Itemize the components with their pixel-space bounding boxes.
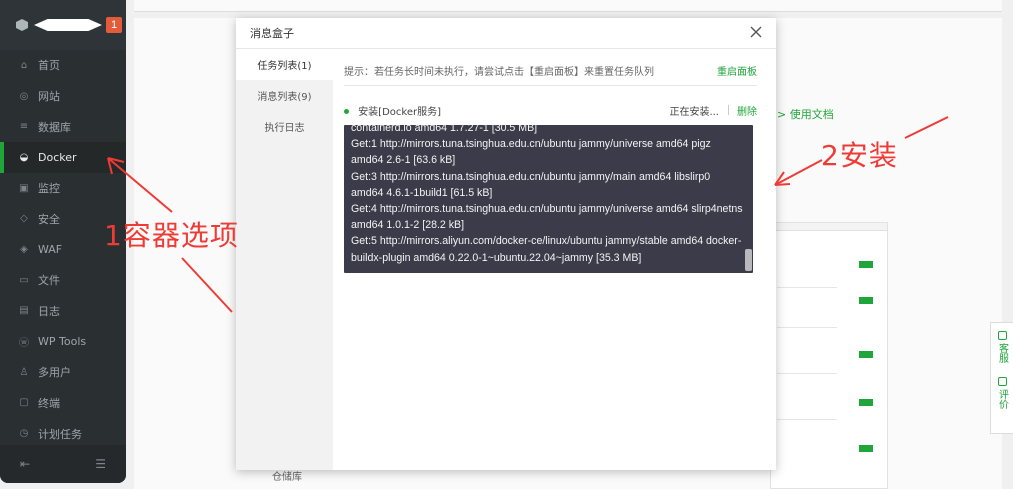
- console-scrollbar[interactable]: [745, 249, 752, 271]
- database-icon: ≡: [19, 121, 29, 133]
- log-icon: ▤: [19, 305, 29, 317]
- dialog-tabs: 任务列表(1) 消息列表(9) 执行日志: [236, 49, 333, 470]
- sidebar-item-label: 数据库: [38, 120, 71, 134]
- monitor-icon: ▣: [19, 182, 29, 194]
- users-icon: ♙: [19, 366, 29, 378]
- sidebar-item-folder[interactable]: ▭ 文件: [0, 265, 126, 296]
- task-name: 安装[Docker服务]: [358, 107, 442, 118]
- docs-link[interactable]: > 使用文档: [777, 106, 834, 122]
- console-line: Get:5 http://mirrors.aliyun.com/docker-c…: [351, 235, 742, 248]
- console-output: containerd.io amd64 1.7.27-1 [30.5 MB] Ge…: [351, 125, 743, 266]
- sidebar-item-docker[interactable]: ◒ Docker: [0, 142, 126, 173]
- sidebar-item-users[interactable]: ♙ 多用户: [0, 357, 126, 388]
- preview-line: [777, 327, 837, 328]
- redacted-server-name: [34, 19, 102, 31]
- console-line: Get:4 http://mirrors.tuna.tsinghua.edu.c…: [351, 203, 743, 216]
- install-log-console[interactable]: containerd.io amd64 1.7.27-1 [30.5 MB] Ge…: [344, 125, 753, 273]
- preview-line: [777, 287, 837, 288]
- divider: [344, 85, 757, 86]
- home-icon: ⌂: [20, 59, 28, 71]
- annotation-label-install: 2安装: [821, 139, 898, 172]
- wordpress-icon: ⓦ: [19, 338, 29, 350]
- sidebar-item-home[interactable]: ⌂ 首页: [0, 50, 126, 81]
- preview-button: [859, 297, 873, 304]
- background-preview-panel: [770, 222, 888, 489]
- sidebar-item-database[interactable]: ≡ 数据库: [0, 111, 126, 142]
- sidebar-footer: ⇤ ☰: [0, 445, 126, 483]
- console-line: amd64 4.6.1-1build1 [61.5 kB]: [351, 186, 493, 199]
- sidebar-item-label: 安全: [38, 212, 60, 226]
- console-line: amd64 1.0.1-2 [28.2 kB]: [351, 219, 465, 232]
- sidebar-item-label: 终端: [38, 396, 60, 410]
- shield-icon: ◇: [20, 213, 28, 225]
- headset-icon: [997, 331, 1007, 340]
- folder-icon: ▭: [19, 274, 29, 286]
- tab-task-list[interactable]: 任务列表(1): [236, 49, 333, 80]
- background-topbar: [134, 0, 1002, 12]
- preview-button: [859, 445, 873, 452]
- sidebar-item-label: 多用户: [38, 366, 71, 380]
- delete-task-button[interactable]: 删除: [737, 103, 757, 118]
- console-line: containerd.io amd64 1.7.27-1 [30.5 MB]: [351, 125, 538, 134]
- annotation-label-container: 1容器选项: [104, 219, 239, 252]
- sidebar-item-globe[interactable]: ◎ 网站: [0, 81, 126, 112]
- sidebar-item-label: 网站: [38, 90, 60, 104]
- dialog-header: 消息盒子: [236, 18, 776, 49]
- tip-text: 提示：若任务长时间未执行，请尝试点击【重启面板】来重置任务队列: [344, 67, 654, 78]
- preview-button: [859, 261, 873, 268]
- review-label: 评价: [996, 389, 1008, 409]
- waf-icon: ◈: [20, 243, 28, 255]
- sidebar-item-label: 日志: [38, 304, 60, 318]
- edit-icon: [997, 377, 1007, 386]
- task-item: 安装[Docker服务] 正在安装... 删除: [344, 103, 757, 118]
- sidebar-item-label: Docker: [38, 150, 77, 164]
- restart-panel-button[interactable]: 重启面板: [717, 63, 757, 78]
- sidebar-item-log[interactable]: ▤ 日志: [0, 296, 126, 327]
- sidebar-item-label: 文件: [38, 274, 60, 288]
- background-bottom-text: 仓储库: [272, 472, 302, 483]
- sidebar-item-label: 计划任务: [38, 427, 82, 441]
- sidebar-item-label: 监控: [38, 182, 60, 196]
- floating-help-bar: 客服 评价: [990, 322, 1013, 434]
- globe-icon: ◎: [19, 90, 29, 102]
- notification-badge[interactable]: 1: [106, 17, 122, 33]
- menu-icon[interactable]: ☰: [95, 457, 106, 471]
- console-line: buildx-plugin amd64 0.22.0-1~ubuntu.22.0…: [351, 251, 642, 264]
- customer-service-button[interactable]: 客服: [997, 331, 1008, 363]
- task-list-panel: 提示：若任务长时间未执行，请尝试点击【重启面板】来重置任务队列 重启面板 安装[…: [333, 49, 776, 470]
- divider: [728, 105, 729, 115]
- console-line: Get:1 http://mirrors.tuna.tsinghua.edu.c…: [351, 138, 711, 151]
- docker-icon: ◒: [19, 151, 29, 163]
- close-icon[interactable]: [748, 24, 764, 40]
- dialog-title: 消息盒子: [250, 27, 294, 40]
- console-line: amd64 2.6-1 [63.6 kB]: [351, 154, 456, 167]
- collapse-icon[interactable]: ⇤: [20, 457, 30, 471]
- status-dot-icon: [344, 108, 349, 114]
- review-button[interactable]: 评价: [997, 377, 1008, 409]
- sidebar-item-terminal[interactable]: ▢ 终端: [0, 388, 126, 419]
- sidebar-item-label: WAF: [38, 242, 63, 256]
- terminal-icon: ▢: [19, 397, 29, 409]
- sidebar-item-wordpress[interactable]: ⓦ WP Tools: [0, 326, 126, 357]
- tab-message-list[interactable]: 消息列表(9): [236, 80, 333, 111]
- sidebar-header: 1: [0, 0, 126, 50]
- logo-icon: [16, 19, 28, 31]
- sidebar-item-monitor[interactable]: ▣ 监控: [0, 173, 126, 204]
- preview-button: [859, 351, 873, 358]
- preview-button: [859, 399, 873, 406]
- tip-row: 提示：若任务长时间未执行，请尝试点击【重启面板】来重置任务队列 重启面板: [344, 63, 757, 78]
- console-line: Get:3 http://mirrors.tuna.tsinghua.edu.c…: [351, 170, 711, 183]
- task-status: 正在安装...: [669, 107, 719, 118]
- cron-icon: ◷: [19, 428, 29, 440]
- sidebar-item-label: 首页: [38, 59, 60, 73]
- sidebar-item-label: WP Tools: [38, 335, 87, 349]
- message-box-dialog: 消息盒子 任务列表(1) 消息列表(9) 执行日志 提示：若任务长时间未执行，请…: [236, 18, 776, 470]
- preview-line: [777, 373, 837, 374]
- preview-header: [771, 223, 887, 231]
- preview-line: [777, 419, 837, 420]
- tab-exec-log[interactable]: 执行日志: [236, 111, 333, 142]
- customer-service-label: 客服: [996, 343, 1008, 363]
